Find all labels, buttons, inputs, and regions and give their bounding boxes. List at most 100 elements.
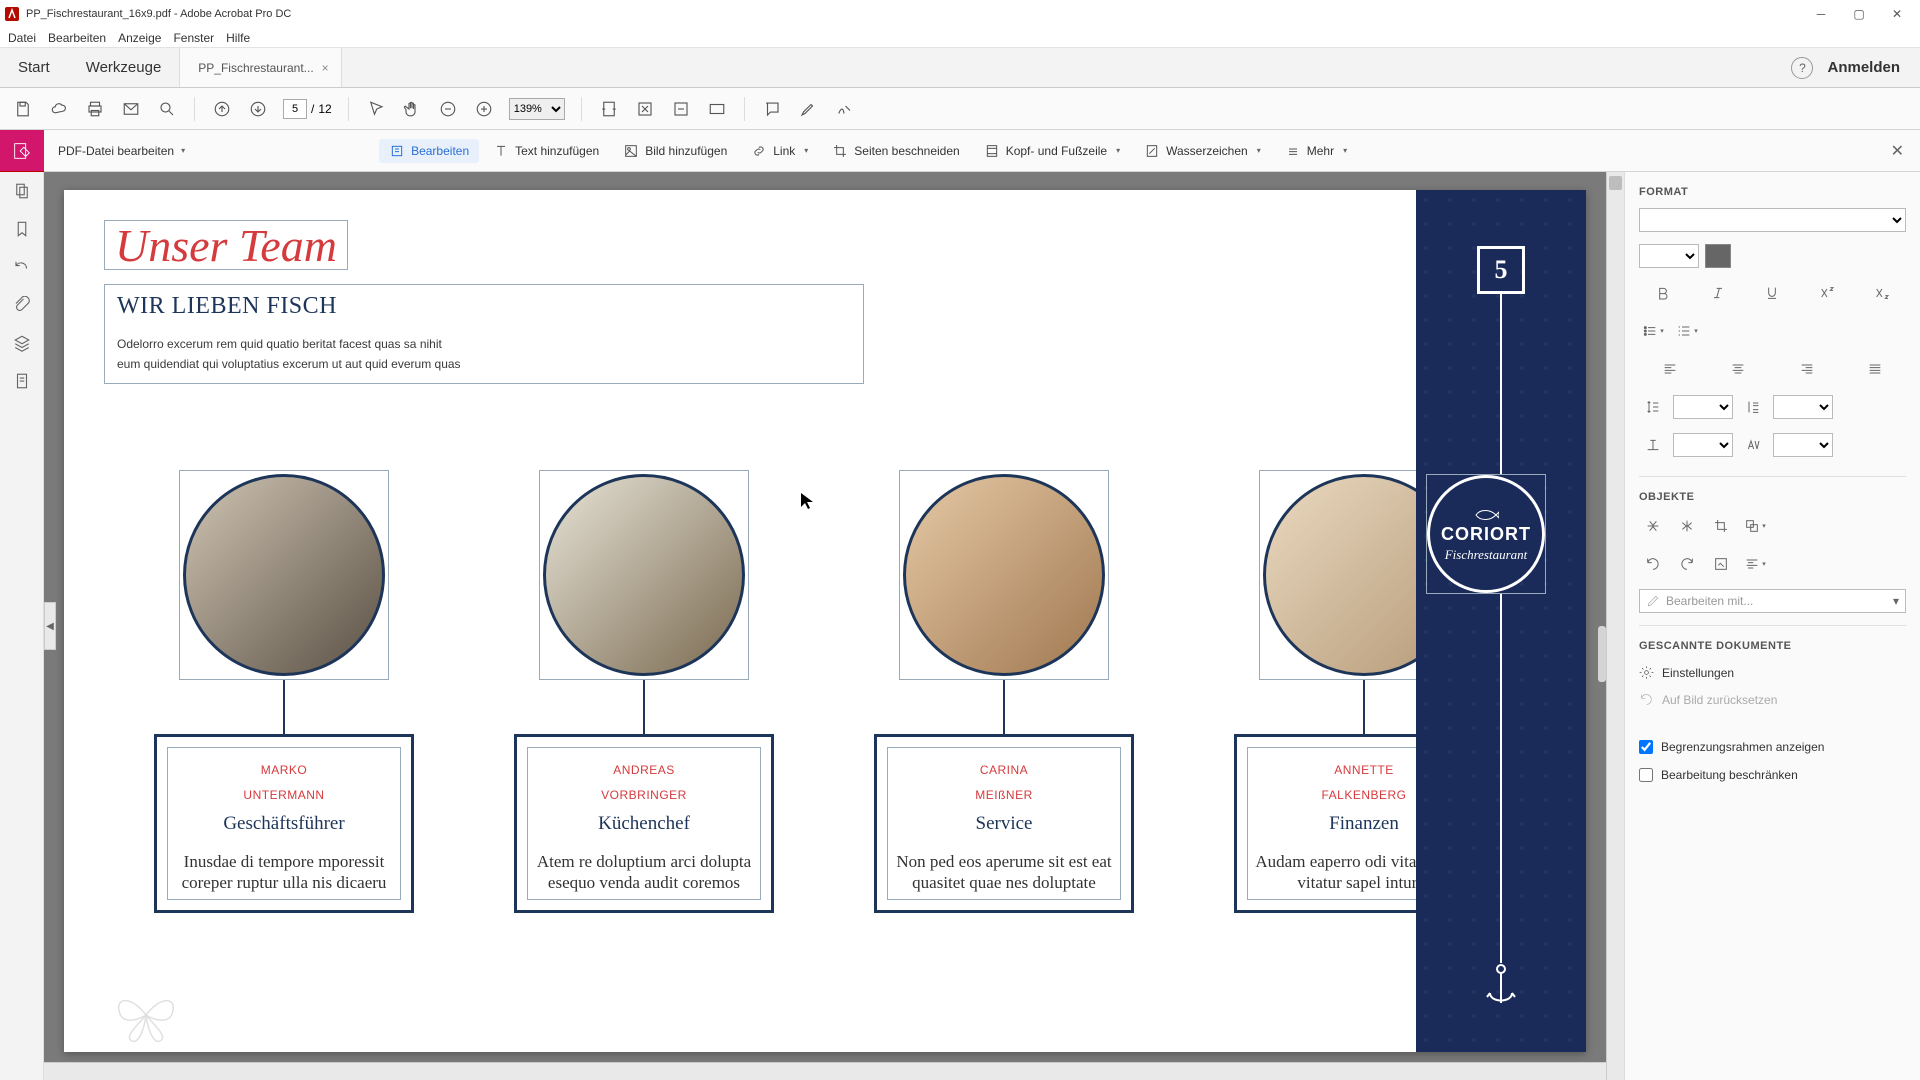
char-spacing-icon[interactable] xyxy=(1739,432,1767,458)
sign-icon[interactable] xyxy=(833,98,855,120)
rotate-ccw-icon[interactable] xyxy=(1639,551,1667,577)
align-left-icon[interactable] xyxy=(1639,356,1701,382)
maximize-button[interactable]: ▢ xyxy=(1852,7,1866,21)
edit-pdf-tool-badge[interactable] xyxy=(0,130,44,172)
flip-vertical-icon[interactable] xyxy=(1639,513,1667,539)
close-editbar-icon[interactable]: ✕ xyxy=(1883,141,1912,161)
menu-file[interactable]: Datei xyxy=(8,31,36,45)
minimize-button[interactable]: ─ xyxy=(1814,7,1828,21)
read-mode-icon[interactable] xyxy=(706,98,728,120)
add-text-action[interactable]: Text hinzufügen xyxy=(483,139,609,163)
edit-action[interactable]: Bearbeiten xyxy=(379,139,479,163)
reflow-icon[interactable] xyxy=(670,98,692,120)
member-card[interactable]: CARINAMEIßNER Service Non ped eos aperum… xyxy=(874,734,1134,913)
bookmarks-panel-icon[interactable] xyxy=(11,218,33,240)
cloud-icon[interactable] xyxy=(48,98,70,120)
horizontal-scale-select[interactable] xyxy=(1673,433,1733,457)
save-icon[interactable] xyxy=(12,98,34,120)
print-icon[interactable] xyxy=(84,98,106,120)
flip-horizontal-icon[interactable] xyxy=(1673,513,1701,539)
prev-page-icon[interactable] xyxy=(211,98,233,120)
attachments-panel-icon[interactable] xyxy=(11,294,33,316)
text-block[interactable]: WIR LIEBEN FISCH Odelorro excerum rem qu… xyxy=(104,284,864,384)
number-list-icon[interactable] xyxy=(1673,318,1701,344)
menu-view[interactable]: Anzeige xyxy=(118,31,161,45)
more-action[interactable]: Mehr xyxy=(1275,139,1357,163)
page-script-title[interactable]: Unser Team xyxy=(104,220,348,270)
watermark-action[interactable]: Wasserzeichen xyxy=(1134,139,1271,163)
page-input[interactable] xyxy=(283,99,307,119)
paragraph-spacing-select[interactable] xyxy=(1773,395,1833,419)
vertical-scrollbar[interactable] xyxy=(1606,172,1624,1080)
login-button[interactable]: Anmelden xyxy=(1827,59,1920,76)
char-spacing-select[interactable] xyxy=(1773,433,1833,457)
member-card[interactable]: ANDREASVORBRINGER Küchenchef Atem re dol… xyxy=(514,734,774,913)
edit-pdf-title[interactable]: PDF-Datei bearbeiten xyxy=(52,144,191,158)
mail-icon[interactable] xyxy=(120,98,142,120)
paragraph-spacing-icon[interactable] xyxy=(1739,394,1767,420)
edit-with-select[interactable]: Bearbeiten mit...▾ xyxy=(1639,589,1906,613)
subscript-icon[interactable] xyxy=(1857,280,1906,306)
font-family-select[interactable] xyxy=(1639,208,1906,232)
undo-icon[interactable] xyxy=(11,256,33,278)
tab-close-icon[interactable]: × xyxy=(322,61,329,75)
italic-icon[interactable] xyxy=(1694,280,1743,306)
tab-tools[interactable]: Werkzeuge xyxy=(68,48,180,87)
menu-window[interactable]: Fenster xyxy=(173,31,214,45)
horizontal-scale-icon[interactable] xyxy=(1639,432,1667,458)
replace-image-icon[interactable] xyxy=(1707,551,1735,577)
hand-icon[interactable] xyxy=(401,98,423,120)
crop-object-icon[interactable] xyxy=(1707,513,1735,539)
show-bbox-checkbox[interactable]: Begrenzungsrahmen anzeigen xyxy=(1639,740,1906,754)
link-action[interactable]: Link xyxy=(741,139,818,163)
arrange-icon[interactable] xyxy=(1741,513,1769,539)
help-icon[interactable]: ? xyxy=(1791,57,1813,79)
tab-document[interactable]: PP_Fischrestaurant... × xyxy=(179,48,341,87)
photo-frame[interactable] xyxy=(539,470,749,680)
highlight-icon[interactable] xyxy=(797,98,819,120)
align-right-icon[interactable] xyxy=(1776,356,1838,382)
member-card[interactable]: MARKOUNTERMANN Geschäftsführer Inusdae d… xyxy=(154,734,414,913)
crop-action[interactable]: Seiten beschneiden xyxy=(822,139,969,163)
layers-panel-icon[interactable] xyxy=(11,332,33,354)
menu-edit[interactable]: Bearbeiten xyxy=(48,31,106,45)
rotate-cw-icon[interactable] xyxy=(1673,551,1701,577)
photo-frame[interactable] xyxy=(899,470,1109,680)
comment-icon[interactable] xyxy=(761,98,783,120)
brand-logo[interactable]: CORIORT Fischrestaurant xyxy=(1427,475,1545,593)
align-center-icon[interactable] xyxy=(1707,356,1769,382)
align-objects-icon[interactable] xyxy=(1741,551,1769,577)
tab-start[interactable]: Start xyxy=(0,48,68,87)
bold-icon[interactable] xyxy=(1639,280,1688,306)
zoom-in-icon[interactable] xyxy=(473,98,495,120)
align-justify-icon[interactable] xyxy=(1844,356,1906,382)
line-spacing-select[interactable] xyxy=(1673,395,1733,419)
zoom-out-icon[interactable] xyxy=(437,98,459,120)
content-panel-icon[interactable] xyxy=(11,370,33,392)
scan-settings-link[interactable]: Einstellungen xyxy=(1639,662,1906,683)
add-image-action[interactable]: Bild hinzufügen xyxy=(613,139,737,163)
collapse-right-handle[interactable] xyxy=(1598,626,1606,682)
font-size-select[interactable] xyxy=(1639,244,1699,268)
search-icon[interactable] xyxy=(156,98,178,120)
restrict-editing-checkbox[interactable]: Bearbeitung beschränken xyxy=(1639,768,1906,782)
photo-frame[interactable] xyxy=(179,470,389,680)
bullet-list-icon[interactable] xyxy=(1639,318,1667,344)
document-area[interactable]: ◀ Unser Team WIR LIEBEN FISCH Odelorro e… xyxy=(44,172,1624,1080)
superscript-icon[interactable] xyxy=(1803,280,1852,306)
underline-icon[interactable] xyxy=(1748,280,1797,306)
pointer-icon[interactable] xyxy=(365,98,387,120)
zoom-select[interactable]: 139% xyxy=(509,98,565,120)
menu-help[interactable]: Hilfe xyxy=(226,31,250,45)
line-spacing-icon[interactable] xyxy=(1639,394,1667,420)
fit-page-icon[interactable] xyxy=(634,98,656,120)
header-footer-action[interactable]: Kopf- und Fußzeile xyxy=(974,139,1130,163)
fit-width-icon[interactable] xyxy=(598,98,620,120)
next-page-icon[interactable] xyxy=(247,98,269,120)
team-member: MARKOUNTERMANN Geschäftsführer Inusdae d… xyxy=(174,470,394,913)
horizontal-scrollbar[interactable] xyxy=(44,1062,1606,1080)
collapse-left-icon[interactable]: ◀ xyxy=(44,602,56,650)
font-color-swatch[interactable] xyxy=(1705,244,1731,268)
close-window-button[interactable]: ✕ xyxy=(1890,7,1904,21)
pages-panel-icon[interactable] xyxy=(11,180,33,202)
